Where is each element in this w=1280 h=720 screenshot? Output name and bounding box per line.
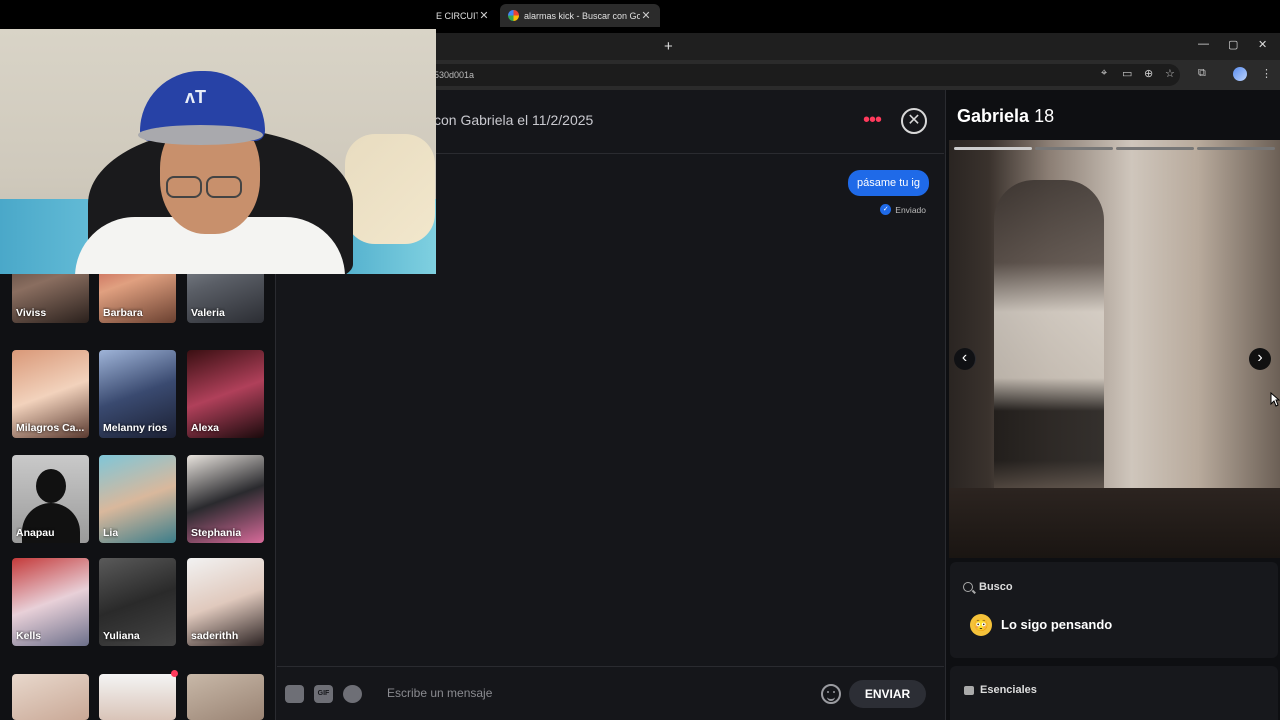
photo-progress-segment	[1035, 147, 1113, 150]
profile-card[interactable]: Milagros Ca...	[12, 350, 89, 438]
busco-card	[950, 562, 1278, 658]
profile-card[interactable]: Lia	[99, 455, 176, 543]
profile-card[interactable]: Stephania	[187, 455, 264, 543]
message-status-label: Enviado	[895, 204, 926, 215]
address-bar[interactable]: 530d001a	[420, 64, 1180, 86]
cast-icon[interactable]: ▭	[1122, 67, 1132, 80]
profile-card[interactable]: Alexa	[187, 350, 264, 438]
close-chat-button[interactable]: ✕	[901, 108, 927, 134]
cap-logo-icon: ᴧT	[185, 87, 207, 107]
profile-card-name: Valeria	[191, 307, 225, 319]
emoji-icon[interactable]	[821, 684, 841, 704]
profile-card[interactable]: Yuliana	[99, 558, 176, 646]
esenciales-label: Esenciales	[980, 684, 1037, 696]
message-status: ✓ Enviado	[880, 204, 926, 215]
tab-circuit[interactable]: E CIRCUIT ✕	[436, 4, 498, 27]
profile-card-name: Viviss	[16, 307, 47, 319]
google-icon	[508, 10, 519, 21]
spotify-icon[interactable]	[343, 685, 362, 703]
send-button[interactable]: ENVIAR	[849, 680, 926, 708]
prev-photo-button[interactable]: ‹	[954, 348, 976, 370]
photo-progress-segment	[954, 147, 1032, 150]
more-options-icon[interactable]: •••	[863, 109, 882, 132]
message-input[interactable]	[387, 686, 807, 700]
photo-floor	[949, 488, 1280, 558]
profile-card-name: Melanny rios	[103, 422, 168, 434]
online-indicator	[171, 670, 178, 677]
profile-card-name: Alexa	[191, 422, 220, 434]
profile-age: 18	[1034, 106, 1055, 126]
profile-card[interactable]: Melanny rios	[99, 350, 176, 438]
chat-title: con Gabriela el 11/2/2025	[434, 112, 594, 128]
id-card-icon	[964, 686, 974, 695]
profile-card-name: Lia	[103, 527, 119, 539]
profile-card[interactable]: saderithh	[187, 558, 264, 646]
close-icon[interactable]: ✕	[640, 9, 652, 22]
search-icon	[963, 582, 973, 592]
webcam-pillow	[345, 134, 435, 244]
next-photo-button[interactable]: ›	[1249, 348, 1271, 370]
restore-button[interactable]: ▢	[1228, 38, 1238, 51]
mouse-cursor-icon	[1270, 392, 1280, 407]
profile-card-name: Anapau	[16, 527, 55, 539]
glasses-icon	[206, 176, 242, 198]
profile-photo[interactable]	[949, 140, 1280, 558]
message-bubble: pásame tu ig	[848, 170, 929, 196]
location-icon[interactable]: ⌖	[1101, 67, 1107, 80]
profile-card[interactable]: Anapau	[12, 455, 89, 543]
webcam-cap-brim	[138, 125, 263, 145]
tab-label: E CIRCUIT	[436, 10, 478, 21]
close-icon[interactable]: ✕	[478, 9, 490, 22]
photo-progress-segment	[1116, 147, 1194, 150]
profile-name: Gabriela 18	[957, 106, 1054, 127]
thinking-face-icon: 😳	[970, 614, 992, 636]
tab-label: alarmas kick - Buscar con Goog	[524, 10, 640, 21]
profile-card-name: Milagros Ca...	[16, 422, 85, 434]
profile-card[interactable]	[99, 674, 176, 720]
webcam-overlay: ᴧT	[0, 29, 436, 274]
extensions-icon[interactable]: ⧉	[1198, 67, 1206, 80]
photo-subject	[994, 180, 1104, 510]
screen: E CIRCUIT ✕ alarmas kick - Buscar con Go…	[0, 0, 1280, 720]
window-close-button[interactable]: ✕	[1258, 38, 1267, 51]
check-icon: ✓	[880, 204, 892, 215]
busco-label: Busco	[979, 581, 1013, 593]
new-tab-button[interactable]: +	[664, 38, 673, 55]
profile-card-name: Yuliana	[103, 630, 140, 642]
profile-card-name: Kells	[16, 630, 42, 642]
glasses-icon	[166, 176, 202, 198]
profile-panel: Gabriela 18 ‹ › Busco 😳 Lo sigo pensando…	[945, 90, 1280, 720]
profile-card-name: Barbara	[103, 307, 143, 319]
more-vert-icon[interactable]: ⋮	[1261, 67, 1272, 80]
zoom-icon[interactable]: ⊕	[1144, 67, 1153, 80]
minimize-button[interactable]: —	[1198, 38, 1209, 50]
busco-value: Lo sigo pensando	[1001, 617, 1113, 632]
profile-card-name: Stephania	[191, 527, 242, 539]
profile-card[interactable]	[12, 674, 89, 720]
placeholder-avatar-icon	[36, 469, 66, 503]
tab-google-search[interactable]: alarmas kick - Buscar con Goog ✕	[500, 4, 660, 27]
profile-first-name: Gabriela	[957, 106, 1030, 126]
star-icon[interactable]: ☆	[1165, 67, 1175, 80]
message-composer: GIF ENVIAR	[277, 666, 944, 720]
profile-card[interactable]: Kells	[12, 558, 89, 646]
profile-avatar-icon[interactable]	[1233, 67, 1247, 81]
sticker-icon[interactable]	[285, 685, 304, 703]
gif-button[interactable]: GIF	[314, 685, 333, 703]
profile-card[interactable]	[187, 674, 264, 720]
photo-progress-segment	[1197, 147, 1275, 150]
profile-card-name: saderithh	[191, 630, 239, 642]
